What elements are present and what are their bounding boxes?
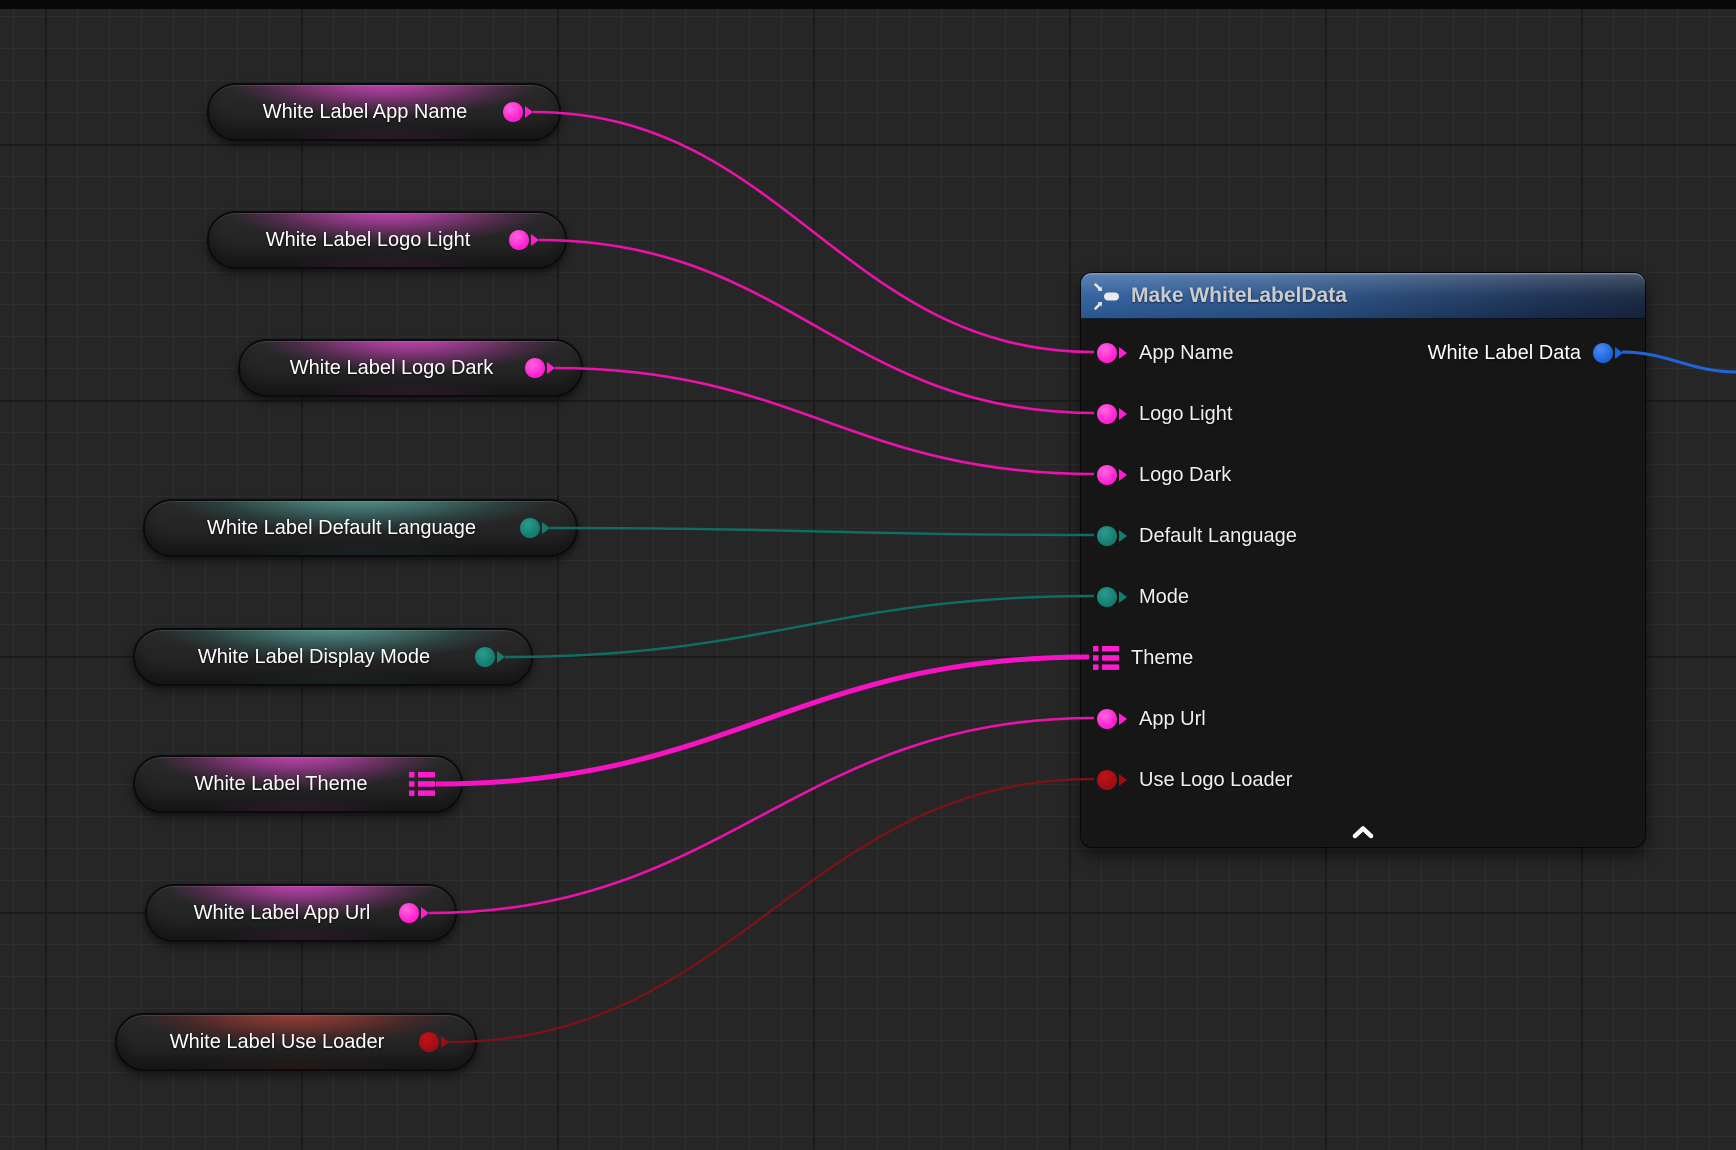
pin-label: App Url [1139,708,1206,731]
input-pin-row-mode[interactable]: Mode [1097,582,1189,612]
wire-display-mode[interactable] [505,596,1094,657]
wire-use-loader[interactable] [449,779,1094,1042]
pin-circle-icon [1097,526,1117,546]
pin-circle-icon [399,903,419,923]
wire-logo-dark[interactable] [555,368,1094,474]
pin-circle-icon [1097,343,1117,363]
pin-arrow-icon [1119,347,1127,359]
pin-arrow-icon [1119,530,1127,542]
pin-arrow-icon [1119,591,1127,603]
pin-arrow-icon [525,106,533,118]
pin-circle-icon [525,358,545,378]
node-header[interactable]: Make WhiteLabelData [1081,273,1645,319]
pin-circle-icon [475,647,495,667]
pin-arrow-icon [1119,408,1127,420]
pin-circle-icon [509,230,529,250]
pin-arrow-icon [497,651,505,663]
pin-arrow-icon [1119,469,1127,481]
blueprint-graph-canvas[interactable]: White Label App Name White Label Logo Li… [0,0,1736,1150]
pin-label: Logo Light [1139,403,1232,426]
chevron-up-icon [1346,823,1380,841]
getter-node-white-label-default-language[interactable]: White Label Default Language [143,499,578,557]
pin-arrow-icon [1615,347,1623,359]
getter-node-white-label-theme[interactable]: White Label Theme [133,755,463,813]
struct-output-pin[interactable] [409,771,435,797]
getter-node-white-label-display-mode[interactable]: White Label Display Mode [133,628,533,686]
pin-arrow-icon [547,362,555,374]
input-pin-row-default-language[interactable]: Default Language [1097,521,1297,551]
getter-label: White Label Theme [135,773,409,796]
pin-circle-icon [1097,587,1117,607]
pin-arrow-icon [1119,774,1127,786]
getter-node-white-label-app-name[interactable]: White Label App Name [207,83,561,141]
pin-label: White Label Data [1428,342,1581,365]
wire-logo-light[interactable] [539,240,1094,413]
wire-app-url[interactable] [429,718,1094,913]
bool-output-pin[interactable] [419,1032,449,1052]
pin-label: Theme [1131,647,1193,670]
string-output-pin[interactable] [503,102,533,122]
pin-label: Logo Dark [1139,464,1231,487]
input-pin-row-logo-light[interactable]: Logo Light [1097,399,1232,429]
enum-output-pin[interactable] [520,518,550,538]
getter-label: White Label Logo Light [209,229,509,252]
getter-label: White Label App Name [209,101,503,124]
getter-node-white-label-use-loader[interactable]: White Label Use Loader [115,1013,477,1071]
pin-circle-icon [1097,465,1117,485]
input-pin-row-app-name[interactable]: App Name [1097,338,1234,368]
input-pin-row-use-logo-loader[interactable]: Use Logo Loader [1097,765,1292,795]
input-pin-row-logo-dark[interactable]: Logo Dark [1097,460,1231,490]
collapse-node-button[interactable] [1346,823,1380,841]
pin-circle-icon [1593,343,1613,363]
pin-arrow-icon [531,234,539,246]
getter-label: White Label Use Loader [117,1031,419,1054]
wire-theme[interactable] [436,657,1089,784]
top-edge-strip [0,0,1736,9]
pin-label: App Name [1139,342,1234,365]
node-title: Make WhiteLabelData [1131,284,1347,308]
make-whitelabeldata-node[interactable]: Make WhiteLabelData App Name Logo Light … [1080,272,1646,848]
pin-circle-icon [1097,709,1117,729]
output-pin-row-white-label-data[interactable]: White Label Data [1428,338,1623,368]
struct-grid-pin-icon [1093,645,1119,671]
getter-node-white-label-logo-light[interactable]: White Label Logo Light [207,211,567,269]
input-pin-row-theme[interactable]: Theme [1093,643,1193,673]
getter-label: White Label App Url [147,902,399,925]
getter-node-white-label-app-url[interactable]: White Label App Url [145,884,457,942]
pin-circle-icon [1097,404,1117,424]
getter-label: White Label Default Language [145,517,520,540]
string-output-pin[interactable] [399,903,429,923]
wire-default-language[interactable] [550,528,1094,535]
getter-node-white-label-logo-dark[interactable]: White Label Logo Dark [238,339,583,397]
input-pin-row-app-url[interactable]: App Url [1097,704,1206,734]
enum-output-pin[interactable] [475,647,505,667]
make-struct-icon [1094,283,1121,310]
getter-label: White Label Display Mode [135,646,475,669]
string-output-pin[interactable] [509,230,539,250]
pin-circle-icon [503,102,523,122]
pin-arrow-icon [421,907,429,919]
pin-circle-icon [1097,770,1117,790]
pin-arrow-icon [441,1036,449,1048]
string-output-pin[interactable] [525,358,555,378]
pin-label: Use Logo Loader [1139,769,1292,792]
pin-circle-icon [520,518,540,538]
pin-arrow-icon [542,522,550,534]
pin-label: Mode [1139,586,1189,609]
wire-app-name[interactable] [533,112,1094,352]
pin-circle-icon [419,1032,439,1052]
struct-grid-pin-icon [409,771,435,797]
pin-arrow-icon [1119,713,1127,725]
getter-label: White Label Logo Dark [240,357,525,380]
pin-label: Default Language [1139,525,1297,548]
